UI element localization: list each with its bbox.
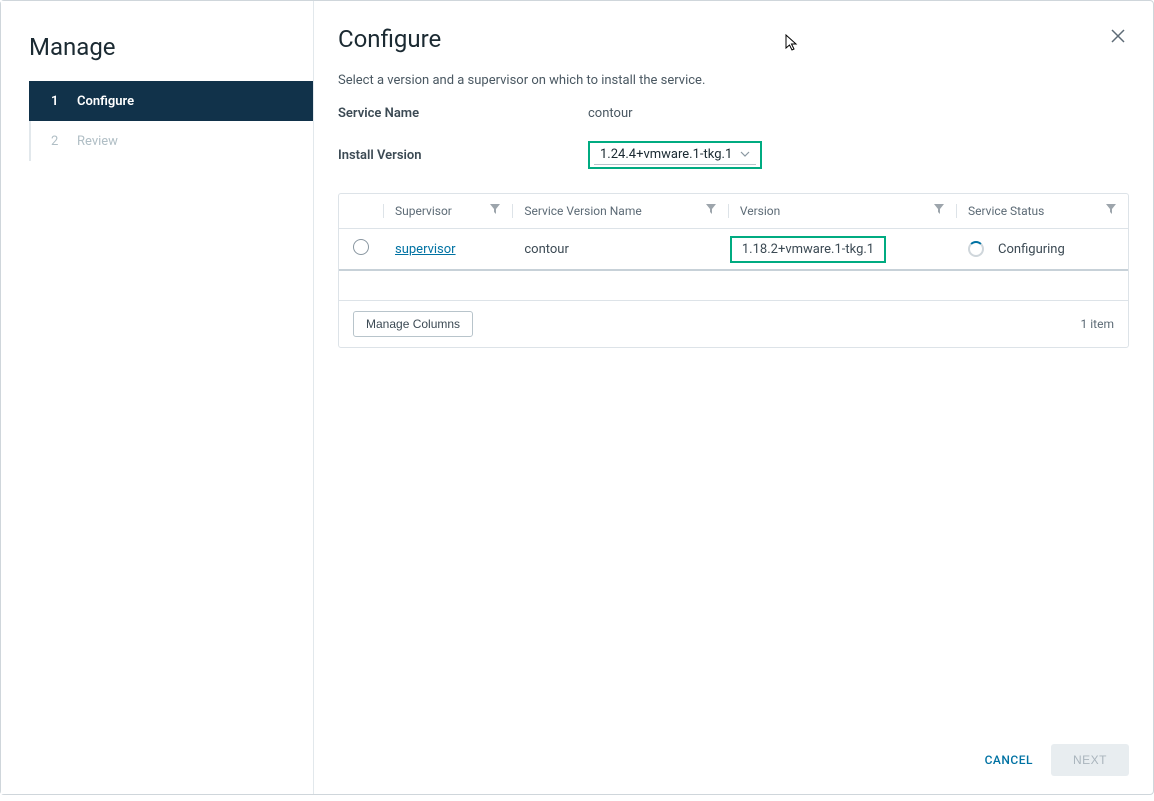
service-name-label: Service Name (338, 106, 588, 121)
close-button[interactable] (1107, 25, 1129, 51)
page-title: Configure (338, 25, 441, 53)
col-supervisor[interactable]: Supervisor (383, 194, 512, 229)
col-version[interactable]: Version (728, 194, 956, 229)
filter-icon[interactable] (490, 204, 500, 214)
description-text: Select a version and a supervisor on whi… (314, 53, 1153, 96)
status-text: Configuring (998, 242, 1065, 257)
main-header: Configure (314, 1, 1153, 53)
step-label: Review (77, 134, 118, 149)
install-version-row: Install Version 1.24.4+vmware.1-tkg.1 (314, 131, 1153, 179)
manage-columns-button[interactable]: Manage Columns (353, 311, 473, 337)
service-name-row: Service Name contour (314, 96, 1153, 131)
row-radio-cell[interactable] (339, 229, 383, 271)
step-configure[interactable]: 1 Configure (29, 81, 313, 121)
col-version-label: Version (740, 204, 780, 218)
col-svn-label: Service Version Name (524, 204, 641, 218)
row-version-cell: 1.18.2+vmware.1-tkg.1 (728, 229, 956, 271)
install-version-highlight: 1.24.4+vmware.1-tkg.1 (588, 141, 762, 169)
install-version-label: Install Version (338, 148, 588, 163)
table-spacer (339, 270, 1128, 300)
col-service-version-name[interactable]: Service Version Name (512, 194, 728, 229)
steps-list: 1 Configure 2 Review (29, 81, 313, 161)
sidebar: Manage 1 Configure 2 Review (1, 1, 314, 794)
filter-icon[interactable] (1106, 204, 1116, 214)
col-supervisor-label: Supervisor (395, 204, 452, 218)
chevron-down-icon (740, 149, 750, 160)
col-service-status[interactable]: Service Status (956, 194, 1128, 229)
table-footer: Manage Columns 1 item (339, 301, 1128, 347)
supervisor-table: Supervisor Service Version Name Version (339, 194, 1128, 301)
col-status-label: Service Status (968, 204, 1044, 218)
supervisor-link[interactable]: supervisor (395, 242, 456, 257)
row-supervisor-cell: supervisor (383, 229, 512, 271)
col-select (339, 194, 383, 229)
table-row[interactable]: supervisor contour 1.18.2+vmware.1-tkg.1… (339, 229, 1128, 271)
install-version-value: 1.24.4+vmware.1-tkg.1 (600, 147, 732, 162)
sidebar-title: Manage (1, 25, 313, 81)
cancel-button[interactable]: CANCEL (985, 753, 1033, 767)
filter-icon[interactable] (706, 204, 716, 214)
version-highlight: 1.18.2+vmware.1-tkg.1 (730, 236, 886, 263)
install-version-select[interactable]: 1.24.4+vmware.1-tkg.1 (594, 145, 756, 165)
next-button[interactable]: NEXT (1051, 744, 1129, 776)
main-panel: Configure Select a version and a supervi… (314, 1, 1153, 794)
manage-dialog: Manage 1 Configure 2 Review Configure Se… (0, 0, 1154, 795)
filter-icon[interactable] (934, 204, 944, 214)
radio-icon[interactable] (353, 239, 369, 255)
item-count: 1 item (1081, 317, 1114, 331)
dialog-footer: CANCEL NEXT (314, 726, 1153, 794)
row-svn-cell: contour (512, 229, 728, 271)
row-status-cell: Configuring (956, 229, 1128, 271)
service-name-value: contour (588, 106, 633, 121)
close-icon (1111, 29, 1125, 43)
step-number: 1 (51, 94, 63, 109)
step-label: Configure (77, 94, 134, 109)
spinner-icon (968, 241, 984, 257)
supervisor-table-wrap: Supervisor Service Version Name Version (338, 193, 1129, 348)
step-review[interactable]: 2 Review (31, 121, 313, 161)
step-number: 2 (51, 134, 63, 149)
